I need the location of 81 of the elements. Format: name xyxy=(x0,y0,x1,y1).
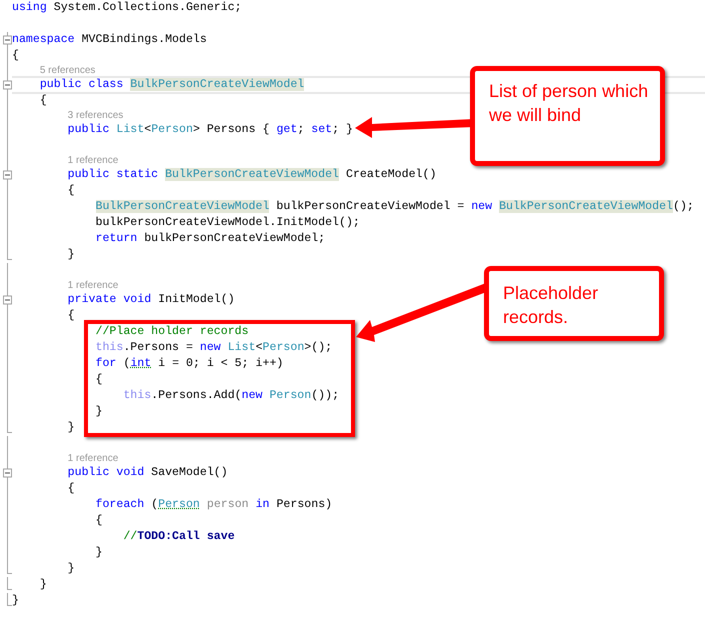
code-token: } xyxy=(66,247,75,263)
code-token: ( xyxy=(150,497,158,513)
code-token: BulkPersonCreateViewModel xyxy=(94,199,270,215)
code-token: person xyxy=(206,497,249,513)
code-token: public static xyxy=(66,167,160,183)
code-token: } xyxy=(94,404,102,420)
code-token: new xyxy=(200,340,222,356)
code-token: < xyxy=(256,340,263,356)
code-token: Person xyxy=(269,388,312,404)
code-token: bulkPersonCreateViewModel.InitModel(); xyxy=(94,215,360,231)
code-token: SaveModel() xyxy=(150,465,228,481)
code-token: set xyxy=(311,122,332,138)
collapse-icon[interactable] xyxy=(3,468,12,478)
code-token: namespace xyxy=(12,32,75,48)
collapse-icon[interactable] xyxy=(3,80,12,90)
code-token: { xyxy=(66,308,75,324)
code-token: public class xyxy=(38,77,124,93)
code-token: //Place holder records xyxy=(94,324,249,340)
reference-count[interactable]: 5 references xyxy=(12,62,96,78)
code-token: List xyxy=(228,340,256,356)
code-token: } xyxy=(66,420,75,436)
code-token: get xyxy=(276,122,298,138)
code-token: } xyxy=(94,545,102,561)
code-token: InitModel() xyxy=(157,292,235,308)
code-token: { xyxy=(38,93,47,109)
code-token: bulkPersonCreateViewModel = xyxy=(275,199,466,215)
reference-count[interactable]: 1 reference xyxy=(12,278,118,294)
code-token: { xyxy=(66,183,75,199)
code-token: > Persons { xyxy=(192,122,270,138)
code-token: } xyxy=(12,593,19,609)
code-token: BulkPersonCreateViewModel xyxy=(499,199,673,215)
code-token: >(); xyxy=(304,340,332,356)
code-token: bulkPersonCreateViewModel; xyxy=(143,231,326,247)
code-token: System.Collections.Generic; xyxy=(52,0,242,16)
code-token: List xyxy=(116,122,144,138)
reference-count[interactable]: 1 reference xyxy=(12,450,118,466)
code-token: ; } xyxy=(332,122,353,138)
code-token: using xyxy=(12,0,47,16)
code-token: Person xyxy=(158,497,200,513)
code-token: private void xyxy=(66,292,152,308)
reference-count[interactable]: 3 references xyxy=(12,108,124,124)
code-token: .Persons = xyxy=(123,340,194,356)
code-token: Person xyxy=(262,340,304,356)
code-token: < xyxy=(144,122,152,138)
code-token: CreateModel() xyxy=(344,167,436,183)
code-token: BulkPersonCreateViewModel xyxy=(165,167,340,183)
collapse-icon[interactable] xyxy=(3,170,12,180)
callout-text: Placeholder records. xyxy=(503,282,600,329)
code-token: MVCBindings.Models xyxy=(80,32,207,48)
code-token: Persons) xyxy=(275,497,332,513)
code-token: } xyxy=(38,577,47,593)
code-token: this xyxy=(94,340,124,356)
callout-text: List of person which we will bind xyxy=(489,80,650,127)
code-token: Person xyxy=(151,122,193,138)
code-token: TODO:Call save xyxy=(137,529,235,545)
code-token: { xyxy=(12,48,19,64)
code-token: BulkPersonCreateViewModel xyxy=(130,77,304,93)
code-token: ()); xyxy=(311,388,340,404)
code-token: this xyxy=(122,388,152,404)
code-token: return xyxy=(94,231,138,247)
code-token: ( xyxy=(122,356,130,372)
code-token: public void xyxy=(66,465,144,481)
code-token: { xyxy=(94,513,102,529)
code-token: in xyxy=(254,497,270,513)
code-token: i = 0; i < 5; i++) xyxy=(157,356,284,372)
code-token: (); xyxy=(673,199,694,215)
code-token: // xyxy=(122,529,138,545)
code-token: .Persons.Add( xyxy=(151,388,242,404)
code-token: for xyxy=(94,356,116,372)
code-token: new xyxy=(471,199,494,215)
code-token: { xyxy=(94,372,102,388)
code-token: } xyxy=(66,561,75,577)
collapse-icon[interactable] xyxy=(3,296,12,304)
code-token: foreach xyxy=(94,497,144,513)
reference-count[interactable]: 1 reference xyxy=(12,152,118,168)
code-token: { xyxy=(66,481,75,497)
code-token: int xyxy=(130,356,152,372)
code-token: ; xyxy=(297,122,306,138)
collapse-icon[interactable] xyxy=(3,36,12,44)
code-token: new xyxy=(242,388,264,404)
code-token: public xyxy=(66,122,110,138)
